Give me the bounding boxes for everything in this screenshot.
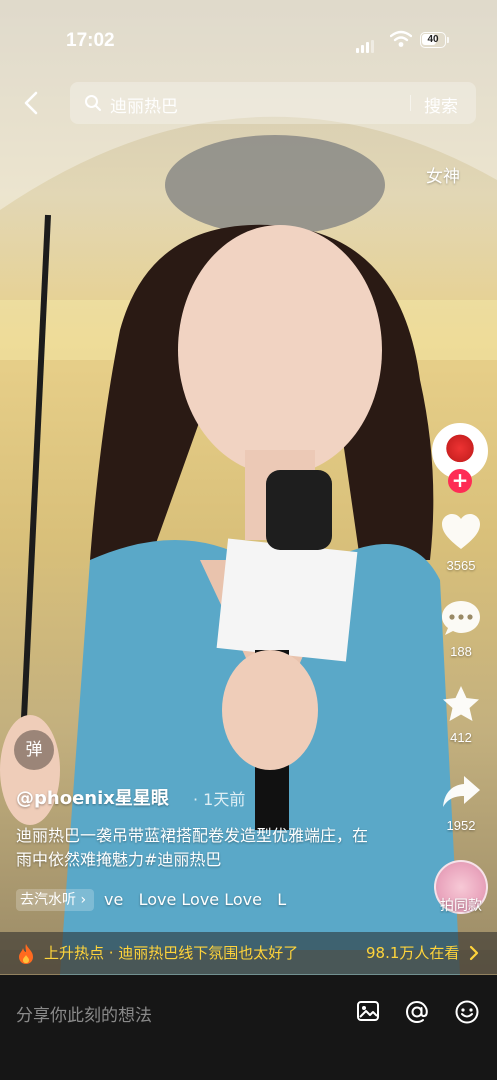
signal-icon bbox=[356, 34, 376, 53]
status-time: 17:02 bbox=[66, 30, 115, 51]
chevron-right-icon: › bbox=[80, 892, 87, 908]
hot-topic-bar[interactable]: 上升热点 · 迪丽热巴线下氛围也太好了 98.1万人在看 bbox=[0, 932, 497, 974]
battery-tip bbox=[447, 37, 449, 43]
music-title: ve Love Love Love L bbox=[104, 890, 287, 909]
comment-bar: 分享你此刻的想法 bbox=[0, 975, 497, 1080]
comment-button[interactable]: 188 bbox=[426, 598, 496, 659]
search-button[interactable]: 搜索 bbox=[424, 92, 458, 117]
fire-icon bbox=[19, 944, 33, 964]
battery-level: 40 bbox=[427, 34, 439, 45]
favorite-count: 412 bbox=[450, 730, 472, 745]
back-button[interactable] bbox=[16, 88, 46, 118]
follow-button[interactable]: + bbox=[448, 469, 472, 493]
star-icon bbox=[443, 686, 479, 721]
post-time: · 1天前 bbox=[193, 790, 246, 809]
heart-icon bbox=[442, 514, 480, 549]
music-chip-label: 去汽水听 bbox=[20, 892, 76, 908]
search-divider bbox=[410, 95, 411, 111]
like-count: 3565 bbox=[446, 558, 476, 573]
author-name[interactable]: @phoenix星星眼 bbox=[16, 784, 169, 810]
search-icon bbox=[85, 95, 101, 111]
status-bar: 17:02 40 bbox=[0, 20, 497, 60]
search-bar[interactable]: 迪丽热巴 搜索 bbox=[70, 82, 476, 124]
danmu-button[interactable]: 弹 bbox=[14, 730, 54, 770]
hot-viewer-count: 98.1万人在看 bbox=[366, 944, 460, 962]
hot-topic-text: 上升热点 · 迪丽热巴线下氛围也太好了 bbox=[44, 944, 299, 962]
wifi-icon bbox=[389, 30, 413, 52]
comment-input[interactable]: 分享你此刻的想法 bbox=[16, 1001, 152, 1026]
comment-icon bbox=[442, 601, 480, 635]
share-count: 1952 bbox=[446, 818, 476, 833]
comment-count: 188 bbox=[450, 644, 472, 659]
use-sound-label[interactable]: 拍同款 bbox=[428, 895, 494, 915]
topic-tag[interactable]: 女神 bbox=[426, 162, 460, 187]
favorite-button[interactable]: 412 bbox=[426, 684, 496, 745]
emoji-icon[interactable] bbox=[454, 999, 480, 1025]
at-icon[interactable] bbox=[404, 999, 430, 1025]
like-button[interactable]: 3565 bbox=[426, 512, 496, 573]
chevron-right-icon bbox=[469, 945, 479, 961]
share-button[interactable]: 1952 bbox=[426, 772, 496, 833]
music-app-chip[interactable]: 去汽水听 › bbox=[16, 889, 95, 911]
image-icon[interactable] bbox=[356, 999, 380, 1023]
video-caption[interactable]: 迪丽热巴一袭吊带蓝裙搭配卷发造型优雅端庄，在雨中依然难掩魅力#迪丽热巴 bbox=[16, 824, 376, 872]
search-input[interactable]: 迪丽热巴 bbox=[110, 92, 178, 117]
share-icon bbox=[443, 776, 480, 807]
battery-icon: 40 bbox=[420, 32, 446, 48]
back-icon bbox=[24, 91, 38, 115]
